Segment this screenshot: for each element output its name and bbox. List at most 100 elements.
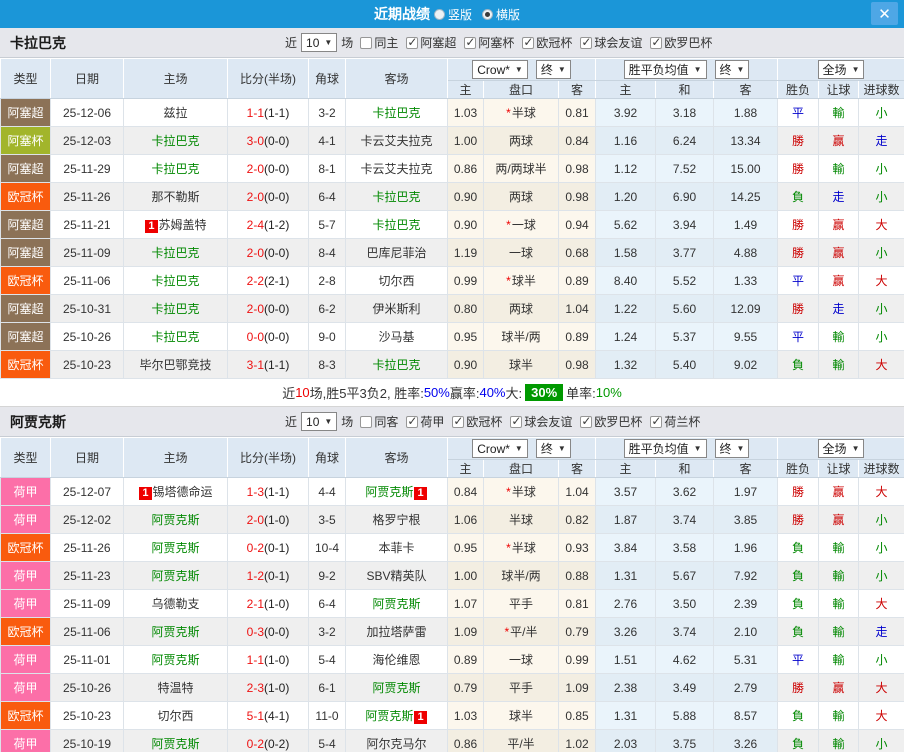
handicap: *半球 bbox=[483, 533, 559, 562]
league-label: 欧冠杯 bbox=[536, 36, 573, 50]
final-odds-select[interactable]: 终 ▼ bbox=[714, 60, 750, 79]
home-team: 阿贾克斯 bbox=[123, 729, 228, 752]
corner-score: 6-4 bbox=[308, 589, 346, 618]
col-type: 类型 bbox=[0, 58, 51, 99]
fulltime-select[interactable]: 全场 ▼ bbox=[817, 439, 865, 458]
odds-1x2-home: 1.31 bbox=[595, 701, 656, 730]
league-type: 荷甲 bbox=[0, 505, 51, 534]
col-date: 日期 bbox=[50, 437, 124, 478]
match-row: 荷甲 25-11-23 阿贾克斯 1-2(0-1) 9-2 SBV精英队 1.00 球半/两 0… bbox=[0, 561, 904, 590]
result-wdl: 平 bbox=[777, 322, 820, 351]
home-team: 阿贾克斯 bbox=[123, 561, 228, 590]
away-team: SBV精英队 bbox=[345, 561, 448, 590]
result-wdl: 負 bbox=[777, 561, 820, 590]
final-odds-select[interactable]: 终 ▼ bbox=[714, 439, 750, 458]
final-odds-select[interactable]: 终 ▼ bbox=[535, 439, 571, 458]
horizontal-layout-radio[interactable] bbox=[482, 8, 493, 20]
wdl-average-select[interactable]: 胜平负均值 ▼ bbox=[623, 439, 707, 458]
chevron-down-icon: ▼ bbox=[693, 444, 702, 453]
result-wdl: 負 bbox=[777, 350, 820, 379]
result-handicap: 輸 bbox=[818, 701, 860, 730]
close-icon[interactable]: ✕ bbox=[871, 2, 898, 25]
league-checkbox[interactable] bbox=[580, 414, 593, 428]
home-team: 兹拉 bbox=[123, 98, 228, 127]
odds-1x2-away: 9.55 bbox=[712, 322, 779, 351]
match-date: 25-11-26 bbox=[50, 182, 124, 211]
handicap-group-header: Crow* ▼ 终 ▼ bbox=[447, 437, 596, 460]
league-checkbox[interactable] bbox=[650, 414, 663, 428]
league-type: 欧冠杯 bbox=[0, 701, 51, 730]
league-checkbox[interactable] bbox=[464, 35, 477, 49]
chevron-down-icon: ▼ bbox=[736, 444, 745, 453]
odds-1x2-draw: 5.60 bbox=[655, 294, 714, 323]
league-checkbox[interactable] bbox=[406, 414, 419, 428]
score: 0-0(0-0) bbox=[227, 322, 309, 351]
away-team: 切尔西 bbox=[345, 266, 448, 295]
match-date: 25-11-21 bbox=[50, 210, 124, 239]
final-odds-select[interactable]: 终 ▼ bbox=[535, 60, 571, 79]
league-checkbox[interactable] bbox=[522, 35, 535, 49]
score: 5-1(4-1) bbox=[227, 701, 309, 730]
odds-1x2-away: 2.79 bbox=[712, 673, 779, 702]
league-type: 阿塞超 bbox=[0, 210, 51, 239]
match-date: 25-10-26 bbox=[50, 322, 124, 351]
odds-provider-select[interactable]: Crow* ▼ bbox=[472, 439, 528, 458]
odds-1x2-away: 13.34 bbox=[712, 126, 779, 155]
handicap-odds-away: 0.94 bbox=[558, 210, 596, 239]
match-date: 25-12-02 bbox=[50, 505, 124, 534]
rank-badge: 1 bbox=[414, 487, 427, 500]
chevron-down-icon: ▼ bbox=[851, 65, 860, 74]
result-wdl: 勝 bbox=[777, 294, 820, 323]
odds-1x2-draw: 3.77 bbox=[655, 238, 714, 267]
league-checkbox[interactable] bbox=[580, 35, 593, 49]
odds-1x2-away: 3.26 bbox=[712, 729, 779, 752]
chevron-down-icon: ▼ bbox=[736, 65, 745, 74]
vertical-layout-label: 竖版 bbox=[447, 7, 472, 22]
wdl-average-select[interactable]: 胜平负均值 ▼ bbox=[623, 60, 707, 79]
match-row: 荷甲 25-12-02 阿贾克斯 2-0(1-0) 3-5 格罗宁根 1.06 半球 0.82 1… bbox=[0, 505, 904, 534]
odds-provider-select[interactable]: Crow* ▼ bbox=[472, 60, 528, 79]
league-checkbox[interactable] bbox=[650, 35, 663, 49]
handicap-odds-away: 0.81 bbox=[558, 589, 596, 618]
result-wdl: 勝 bbox=[777, 238, 820, 267]
handicap-odds-home: 0.90 bbox=[447, 182, 484, 211]
games-label: 场 bbox=[341, 415, 354, 429]
col-type: 类型 bbox=[0, 437, 51, 478]
league-checkbox[interactable] bbox=[406, 35, 419, 49]
corner-score: 5-4 bbox=[308, 645, 346, 674]
wdl-group-header: 胜平负均值 ▼ 终 ▼ bbox=[594, 58, 779, 81]
result-handicap: 輸 bbox=[818, 154, 860, 183]
handicap-odds-home: 0.95 bbox=[447, 533, 484, 562]
league-checkbox[interactable] bbox=[452, 414, 465, 428]
score: 2-3(1-0) bbox=[227, 673, 309, 702]
same-venue-checkbox[interactable] bbox=[360, 36, 373, 49]
home-team: 卡拉巴克 bbox=[123, 154, 228, 183]
summary-segment: 10 bbox=[295, 385, 310, 400]
league-type: 阿塞超 bbox=[0, 294, 51, 323]
match-count-select[interactable]: 10 ▼ bbox=[301, 33, 338, 52]
away-team: 阿贾克斯 1 bbox=[345, 477, 448, 506]
match-date: 25-11-01 bbox=[50, 645, 124, 674]
league-checkbox[interactable] bbox=[510, 414, 523, 428]
same-venue-checkbox[interactable] bbox=[360, 415, 373, 428]
odds-1x2-home: 2.76 bbox=[595, 589, 656, 618]
match-count-select[interactable]: 10 ▼ bbox=[301, 412, 338, 431]
result-goals: 小 bbox=[858, 154, 904, 183]
match-date: 25-11-26 bbox=[50, 533, 124, 562]
vertical-layout-radio[interactable] bbox=[433, 8, 445, 20]
league-type: 欧冠杯 bbox=[0, 266, 51, 295]
odds-1x2-draw: 5.52 bbox=[655, 266, 714, 295]
matches-table: 类型 日期 主场 比分(半场) 角球 客场 Crow* ▼ 终 ▼ 胜平负均值 ▼ 终… bbox=[0, 58, 904, 379]
odds-1x2-home: 1.31 bbox=[595, 561, 656, 590]
match-row: 阿塞超 25-11-21 1 苏姆盖特 2-4(1-2) 5-7 卡拉巴克 0.90 *一球 0.… bbox=[0, 210, 904, 239]
handicap-odds-away: 0.93 bbox=[558, 533, 596, 562]
home-team: 1 锡塔德命运 bbox=[123, 477, 228, 506]
odds-1x2-draw: 3.50 bbox=[655, 589, 714, 618]
match-date: 25-12-03 bbox=[50, 126, 124, 155]
col-1x2-home: 主 bbox=[595, 459, 656, 478]
handicap: 平手 bbox=[483, 589, 559, 618]
chevron-down-icon: ▼ bbox=[324, 417, 333, 426]
select-value: 全场 bbox=[822, 63, 847, 77]
result-wdl: 負 bbox=[777, 589, 820, 618]
fulltime-select[interactable]: 全场 ▼ bbox=[817, 60, 865, 79]
